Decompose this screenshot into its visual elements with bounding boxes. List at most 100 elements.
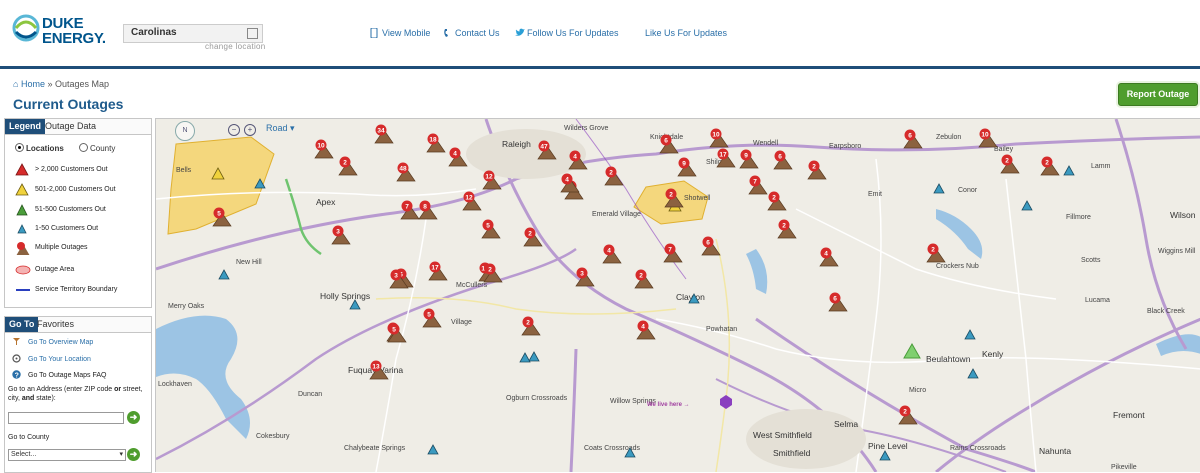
outage-marker-teal[interactable]	[933, 183, 945, 194]
breadcrumb-home[interactable]: Home	[21, 79, 45, 89]
multiple-outage-marker[interactable]: 5	[481, 219, 501, 239]
multiple-outage-marker[interactable]: 2	[767, 191, 787, 211]
teal-triangle-icon	[17, 224, 27, 234]
goto-overview-link[interactable]: Go To Overview Map	[12, 337, 93, 346]
multiple-outage-marker[interactable]: 3	[331, 225, 351, 245]
tab-favorites[interactable]: Favorites	[33, 317, 78, 332]
multiple-outage-marker[interactable]: 8	[418, 200, 438, 220]
multiple-outage-marker[interactable]: 9	[677, 157, 697, 177]
multiple-outage-marker[interactable]: 18	[426, 133, 446, 153]
multiple-outage-marker[interactable]: 10	[709, 128, 729, 148]
change-location-link[interactable]: change location	[205, 42, 266, 51]
radio-county[interactable]: County	[79, 143, 115, 153]
like-us-link[interactable]: Like Us For Updates	[645, 28, 727, 38]
county-select[interactable]: Select... ▾	[8, 449, 126, 461]
outage-map[interactable]: N − + Road ▾ Raleigh Knightdale Wendell …	[155, 118, 1200, 472]
multiple-outage-marker[interactable]: 17	[716, 148, 736, 168]
multiple-outage-marker[interactable]: 2	[521, 316, 541, 336]
zoom-out-icon[interactable]: −	[228, 124, 240, 136]
multiple-outage-marker[interactable]: 9	[739, 149, 759, 169]
multiple-outage-marker[interactable]: 17	[428, 261, 448, 281]
goto-faq-link[interactable]: ? Go To Outage Maps FAQ	[12, 370, 106, 379]
multiple-outage-marker[interactable]: 2	[1000, 154, 1020, 174]
multiple-outage-marker[interactable]: 4	[602, 244, 622, 264]
multiple-outage-marker[interactable]: 2	[777, 219, 797, 239]
multiple-outage-marker[interactable]: 6	[659, 134, 679, 154]
map-type-dropdown[interactable]: Road ▾	[266, 123, 295, 134]
address-go-button[interactable]: ➜	[127, 411, 140, 424]
tab-outage-data[interactable]: Outage Data	[41, 119, 100, 134]
outage-count-label: 10	[317, 143, 325, 150]
radio-locations-control[interactable]	[15, 143, 24, 152]
outage-count-label: 18	[429, 137, 437, 144]
multiple-outage-marker[interactable]: 4	[819, 247, 839, 267]
multiple-outage-marker[interactable]: 2	[338, 156, 358, 176]
outage-count-label: 2	[812, 164, 816, 171]
multiple-outage-marker[interactable]: 4	[636, 320, 656, 340]
follow-us-link[interactable]: Follow Us For Updates	[515, 28, 619, 38]
multiple-outage-marker[interactable]: 2	[483, 263, 503, 283]
outage-marker-teal[interactable]	[1021, 200, 1033, 211]
multiple-outage-marker[interactable]: 13	[369, 360, 389, 380]
tab-legend[interactable]: Legend	[5, 119, 46, 134]
outage-marker-green[interactable]	[903, 343, 921, 359]
duke-hq-marker[interactable]	[720, 395, 732, 409]
multiple-outage-marker[interactable]: 5	[422, 308, 442, 328]
multiple-outage-marker[interactable]: 7	[400, 200, 420, 220]
outage-marker-teal[interactable]	[519, 352, 531, 363]
outage-marker-teal[interactable]	[1063, 165, 1075, 176]
outage-marker-teal[interactable]	[964, 329, 976, 340]
outage-marker-teal[interactable]	[218, 269, 230, 280]
county-go-button[interactable]: ➜	[127, 448, 140, 461]
region-selector[interactable]: Carolinas	[123, 24, 263, 43]
outage-marker-teal[interactable]	[688, 293, 700, 304]
outage-marker-yellow[interactable]	[211, 167, 225, 180]
multiple-outage-marker[interactable]: 12	[482, 170, 502, 190]
outage-count-label: 10	[981, 132, 989, 139]
multiple-outage-marker[interactable]: 7	[663, 243, 683, 263]
multiple-outage-marker[interactable]: 3	[575, 267, 595, 287]
multiple-outage-marker[interactable]: 5	[387, 323, 407, 343]
radio-locations[interactable]: Locations	[15, 143, 64, 153]
multiple-outage-marker[interactable]: 6	[773, 150, 793, 170]
goto-location-link[interactable]: Go To Your Location	[12, 354, 91, 363]
multiple-outage-marker[interactable]: 2	[604, 166, 624, 186]
address-input[interactable]	[8, 412, 124, 424]
multiple-outage-marker[interactable]: 2	[523, 227, 543, 247]
multiple-outage-marker[interactable]: 4	[448, 147, 468, 167]
multiple-outage-marker[interactable]: 6	[701, 236, 721, 256]
contact-us-link[interactable]: Contact Us	[443, 28, 500, 38]
outage-marker-teal[interactable]	[254, 178, 266, 189]
multiple-outage-marker[interactable]: 5	[212, 207, 232, 227]
view-mobile-link[interactable]: View Mobile	[370, 27, 430, 39]
outage-marker-teal[interactable]	[624, 447, 636, 458]
multiple-outage-marker[interactable]: 2	[634, 269, 654, 289]
multiple-outage-marker[interactable]: 2	[898, 405, 918, 425]
compass-icon[interactable]: N	[175, 121, 195, 141]
multiple-outage-marker[interactable]: 4	[560, 173, 580, 193]
outage-marker-teal[interactable]	[427, 444, 439, 455]
multiple-outage-marker[interactable]: 2	[807, 160, 827, 180]
multiple-outage-marker[interactable]: 2	[926, 243, 946, 263]
multiple-outage-marker[interactable]: 10	[314, 139, 334, 159]
report-outage-button[interactable]: Report Outage	[1118, 83, 1198, 106]
outage-marker-teal[interactable]	[879, 450, 891, 461]
multiple-outage-marker[interactable]: 3	[389, 269, 409, 289]
help-icon: ?	[12, 370, 21, 379]
outage-marker-teal[interactable]	[349, 299, 361, 310]
duke-energy-logo[interactable]: DUKE ENERGY.	[12, 14, 116, 50]
multiple-outage-marker[interactable]: 6	[903, 129, 923, 149]
multiple-outage-marker[interactable]: 10	[978, 128, 998, 148]
multiple-outage-marker[interactable]: 4	[568, 150, 588, 170]
multiple-outage-marker[interactable]: 7	[748, 175, 768, 195]
outage-marker-teal[interactable]	[967, 368, 979, 379]
radio-county-control[interactable]	[79, 143, 88, 152]
multiple-outage-marker[interactable]: 2	[664, 188, 684, 208]
multiple-outage-marker[interactable]: 2	[1040, 156, 1060, 176]
multiple-outage-marker[interactable]: 12	[462, 191, 482, 211]
multiple-outage-marker[interactable]: 34	[374, 124, 394, 144]
multiple-outage-marker[interactable]: 48	[396, 162, 416, 182]
zoom-in-icon[interactable]: +	[244, 124, 256, 136]
multiple-outage-marker[interactable]: 6	[828, 292, 848, 312]
multiple-outage-marker[interactable]: 47	[537, 140, 557, 160]
